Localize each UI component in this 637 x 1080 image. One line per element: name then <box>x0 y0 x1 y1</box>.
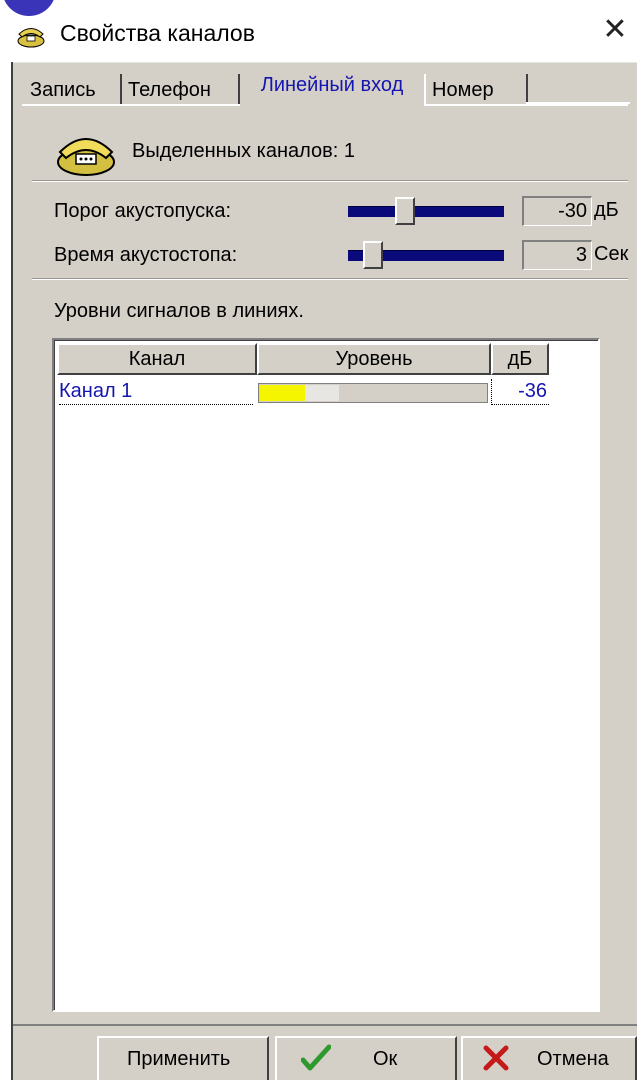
ok-button[interactable]: Ок <box>275 1036 457 1080</box>
cancel-button-label: Отмена <box>537 1048 609 1070</box>
level-meter-fill <box>260 385 305 401</box>
separator <box>32 180 628 182</box>
title-bar: Свойства каналов ✕ <box>0 0 637 63</box>
list-body: Канал Уровень дБ Канал 1 -36 <box>54 340 598 1010</box>
tab-line-input[interactable]: Линейный вход <box>240 68 424 108</box>
slider-track <box>348 206 504 217</box>
checkmark-icon <box>301 1044 331 1071</box>
slider-thumb[interactable] <box>363 241 383 269</box>
stop-time-unit: Сек <box>594 243 629 265</box>
window-left-border <box>0 62 13 1080</box>
signal-levels-list[interactable]: Канал Уровень дБ Канал 1 -36 <box>52 338 600 1012</box>
close-button[interactable]: ✕ <box>599 14 631 46</box>
threshold-unit: дБ <box>594 199 619 221</box>
threshold-slider[interactable] <box>346 196 506 226</box>
button-bar: Применить Ок Отмена <box>13 1024 637 1080</box>
column-header-db[interactable]: дБ <box>491 343 549 375</box>
cancel-button[interactable]: Отмена <box>461 1036 637 1080</box>
telephone-icon <box>57 138 115 176</box>
corner-decoration <box>2 0 56 16</box>
telephone-icon <box>17 28 45 48</box>
column-header-level[interactable]: Уровень <box>257 343 491 375</box>
level-meter <box>258 383 488 403</box>
column-header-channel[interactable]: Канал <box>57 343 257 375</box>
cross-icon <box>483 1045 509 1071</box>
db-value-cell: -36 <box>491 379 549 405</box>
channel-name-cell: Канал 1 <box>59 379 253 405</box>
table-row[interactable]: Канал 1 -36 <box>57 379 549 405</box>
threshold-label: Порог акустопуска: <box>54 200 232 222</box>
stop-time-slider[interactable] <box>346 240 506 270</box>
tab-phone[interactable]: Телефон <box>122 74 240 106</box>
stop-time-label: Время акустостопа: <box>54 244 238 266</box>
tab-number[interactable]: Номер <box>424 74 528 106</box>
apply-button-label: Применить <box>127 1048 231 1070</box>
tab-recording[interactable]: Запись <box>24 74 122 106</box>
channel-properties-dialog: Свойства каналов ✕ Запись Телефон Линейн… <box>0 0 637 1080</box>
ok-button-label: Ок <box>373 1048 398 1070</box>
slider-thumb[interactable] <box>395 197 415 225</box>
level-meter-background <box>305 385 339 401</box>
selected-channels-text: Выделенных каналов: 1 <box>132 140 356 162</box>
apply-button[interactable]: Применить <box>97 1036 269 1080</box>
window-title: Свойства каналов <box>60 20 255 46</box>
levels-caption: Уровни сигналов в линиях. <box>54 300 304 322</box>
threshold-value: -30 <box>522 196 592 226</box>
stop-time-value: 3 <box>522 240 592 270</box>
separator <box>32 278 628 280</box>
